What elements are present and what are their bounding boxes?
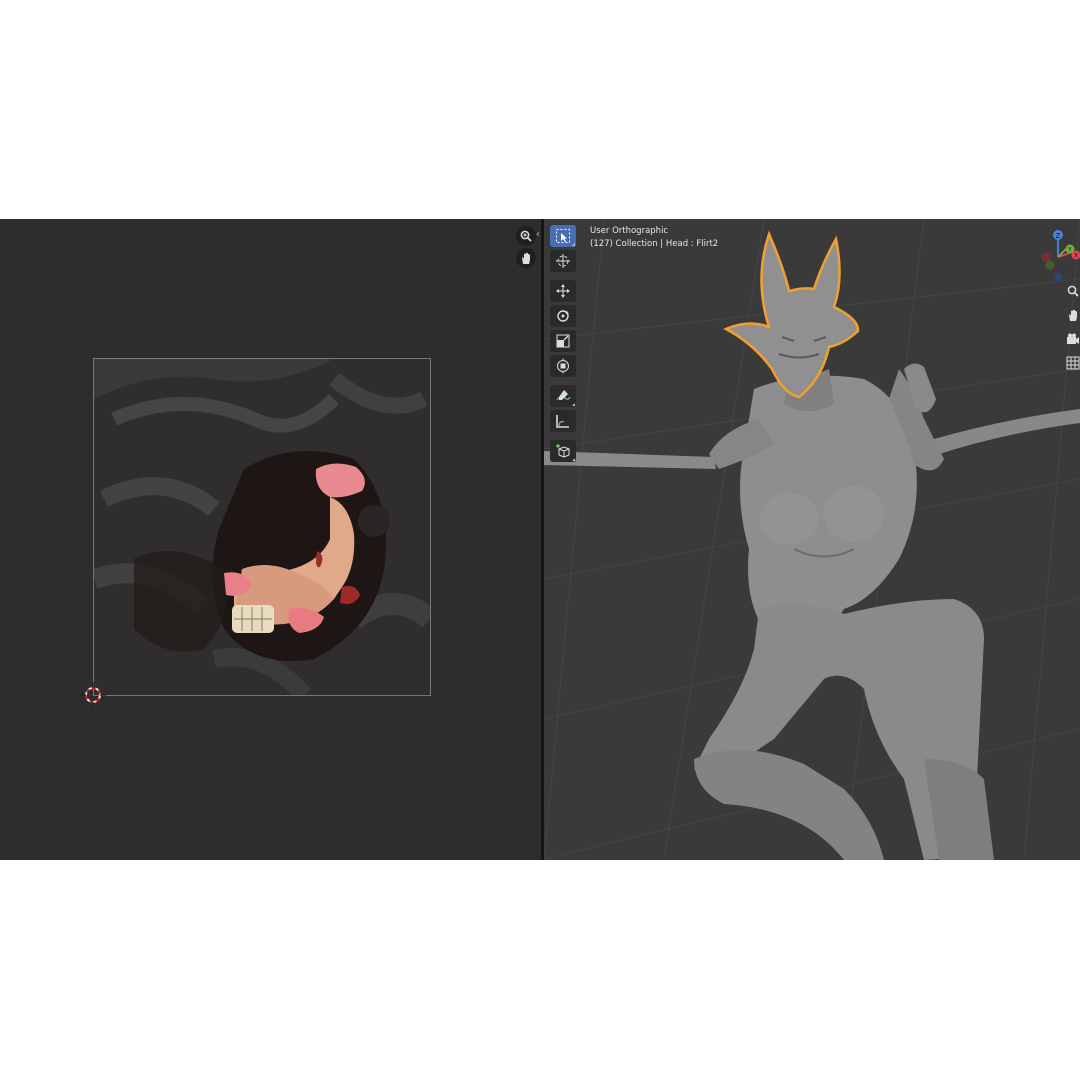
navigation-gizmo[interactable]: Z Y X bbox=[1030, 225, 1080, 285]
cursor-icon[interactable] bbox=[550, 250, 576, 272]
tool-shelf bbox=[550, 225, 578, 465]
blender-window: ‹ User Orthographic (127) Collection | H… bbox=[0, 219, 1080, 860]
rotate-icon[interactable] bbox=[550, 305, 576, 327]
grid-icon[interactable] bbox=[1064, 353, 1080, 373]
character-model bbox=[544, 230, 1080, 860]
add-cube-icon[interactable] bbox=[550, 440, 576, 462]
viewport-nav-buttons bbox=[1064, 281, 1080, 377]
zoom-icon[interactable] bbox=[1064, 281, 1080, 301]
zoom-icon[interactable] bbox=[516, 226, 536, 246]
collapse-arrow[interactable]: ‹ bbox=[536, 229, 540, 240]
annotate-icon[interactable] bbox=[550, 385, 576, 407]
3d-cursor-icon[interactable] bbox=[80, 682, 106, 708]
camera-icon[interactable] bbox=[1064, 329, 1080, 349]
z-axis-label: Z bbox=[1056, 232, 1061, 240]
select-box-icon[interactable] bbox=[550, 225, 576, 247]
3d-viewport[interactable]: User Orthographic (127) Collection | Hea… bbox=[544, 219, 1080, 860]
texture-image bbox=[93, 358, 431, 696]
transform-icon[interactable] bbox=[550, 355, 576, 377]
y-axis-label: Y bbox=[1067, 247, 1072, 254]
view-name: User Orthographic bbox=[590, 226, 669, 236]
scale-icon[interactable] bbox=[550, 330, 576, 352]
x-axis-label: X bbox=[1074, 253, 1078, 260]
object-info: (127) Collection | Head : Flirt2 bbox=[590, 239, 719, 249]
hand-icon[interactable] bbox=[1064, 305, 1080, 325]
move-icon[interactable] bbox=[550, 280, 576, 302]
hand-icon[interactable] bbox=[516, 248, 536, 268]
viewport-grid bbox=[544, 219, 1080, 860]
uv-editor[interactable]: ‹ bbox=[0, 219, 541, 860]
viewport-header-info: User Orthographic (127) Collection | Hea… bbox=[590, 225, 718, 251]
measure-icon[interactable] bbox=[550, 410, 576, 432]
selected-head bbox=[723, 230, 860, 399]
